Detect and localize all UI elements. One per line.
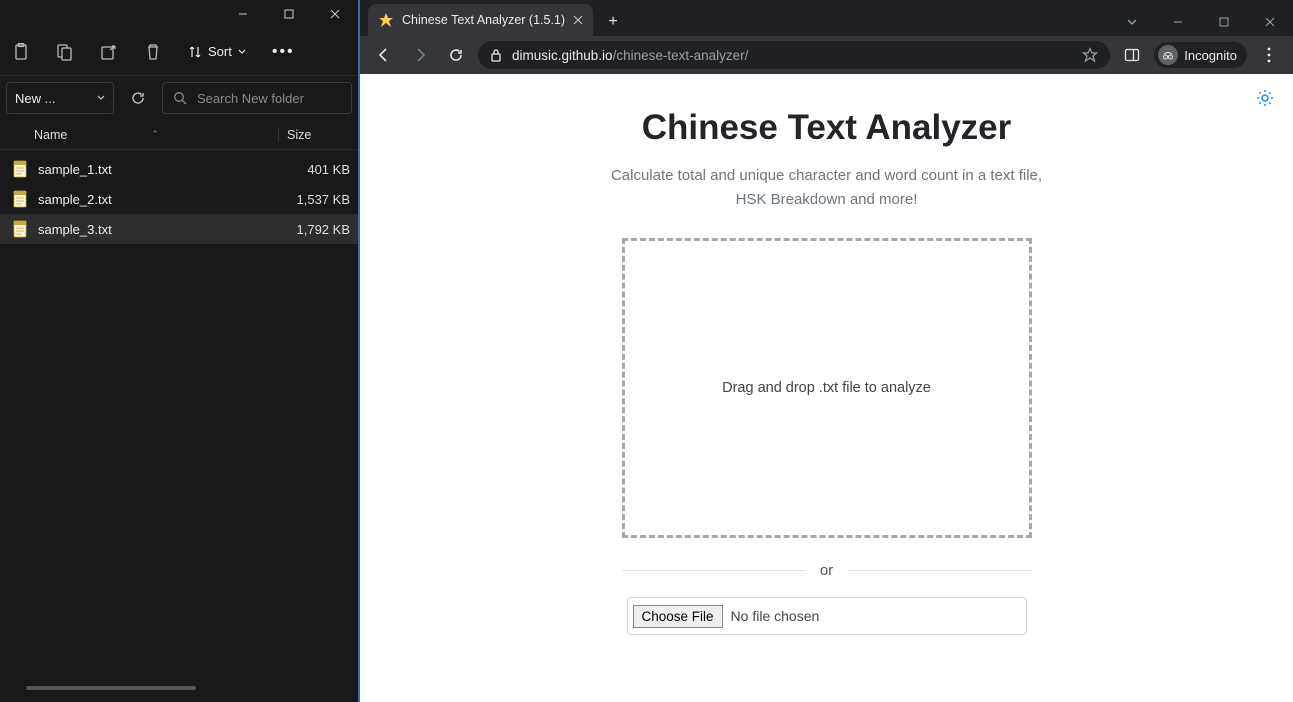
file-size: 401 KB [278, 162, 350, 177]
file-row[interactable]: sample_3.txt1,792 KB [0, 214, 358, 244]
page-title: Chinese Text Analyzer [497, 108, 1157, 148]
sort-label: Sort [208, 44, 232, 59]
browser-address-bar: dimusic.github.io/chinese-text-analyzer/… [360, 36, 1293, 74]
delete-icon[interactable] [144, 43, 162, 61]
horizontal-scrollbar[interactable] [26, 686, 196, 690]
maximize-button[interactable] [266, 0, 312, 28]
incognito-badge[interactable]: Incognito [1154, 42, 1247, 68]
sort-button[interactable]: Sort [188, 44, 246, 59]
text-file-icon [10, 189, 30, 209]
file-size: 1,537 KB [278, 192, 350, 207]
reload-button[interactable] [442, 41, 470, 69]
file-row[interactable]: sample_2.txt1,537 KB [0, 184, 358, 214]
new-tab-button[interactable]: + [599, 8, 627, 36]
incognito-icon [1158, 45, 1178, 65]
chevron-down-icon [97, 94, 105, 102]
choose-file-button[interactable]: Choose File [633, 605, 723, 628]
dropzone-text: Drag and drop .txt file to analyze [722, 380, 931, 396]
copy-icon[interactable] [56, 43, 74, 61]
url-bar[interactable]: dimusic.github.io/chinese-text-analyzer/ [478, 41, 1110, 69]
file-list: sample_1.txt401 KBsample_2.txt1,537 KBsa… [0, 150, 358, 244]
browser-window: Chinese Text Analyzer (1.5.1) + [358, 0, 1293, 702]
browser-tabbar: Chinese Text Analyzer (1.5.1) + [360, 0, 1293, 36]
browser-close-button[interactable] [1247, 8, 1293, 36]
share-icon[interactable] [100, 43, 118, 61]
page-content: Chinese Text Analyzer Calculate total an… [360, 74, 1293, 702]
back-button[interactable] [370, 41, 398, 69]
file-input[interactable]: Choose File No file chosen [627, 597, 1027, 635]
more-button[interactable]: ••• [272, 43, 295, 61]
forward-button[interactable] [406, 41, 434, 69]
dropzone[interactable]: Drag and drop .txt file to analyze [622, 238, 1032, 538]
paste-icon[interactable] [12, 43, 30, 61]
column-name[interactable]: Name [34, 128, 67, 142]
settings-button[interactable] [1255, 88, 1275, 108]
browser-maximize-button[interactable] [1201, 8, 1247, 36]
url-text: dimusic.github.io/chinese-text-analyzer/ [512, 48, 748, 63]
file-name: sample_2.txt [38, 192, 278, 207]
file-name: sample_3.txt [38, 222, 278, 237]
bookmark-star-icon[interactable] [1082, 47, 1098, 63]
chevron-down-icon [238, 48, 246, 56]
search-input[interactable]: Search New folder [162, 82, 352, 114]
file-list-header: Name ⌃ Size [0, 120, 358, 150]
favicon-icon [378, 12, 394, 28]
text-file-icon [10, 159, 30, 179]
explorer-path-row: New ... Search New folder [0, 76, 358, 120]
explorer-toolbar: Sort ••• [0, 28, 358, 76]
breadcrumb[interactable]: New ... [6, 82, 114, 114]
file-size: 1,792 KB [278, 222, 350, 237]
column-size[interactable]: Size [278, 128, 350, 142]
close-button[interactable] [312, 0, 358, 28]
file-input-status: No file chosen [731, 608, 820, 624]
minimize-button[interactable] [220, 0, 266, 28]
text-file-icon [10, 219, 30, 239]
side-panel-button[interactable] [1118, 41, 1146, 69]
file-row[interactable]: sample_1.txt401 KB [0, 154, 358, 184]
file-explorer-window: Sort ••• New ... Search New folder Name … [0, 0, 358, 702]
tab-title: Chinese Text Analyzer (1.5.1) [402, 13, 565, 27]
breadcrumb-label: New ... [15, 91, 55, 106]
lock-icon [490, 48, 502, 62]
tab-close-button[interactable] [573, 15, 583, 25]
browser-minimize-button[interactable] [1155, 8, 1201, 36]
browser-dropdown-button[interactable] [1109, 8, 1155, 36]
search-icon [173, 91, 187, 105]
page-subtitle: Calculate total and unique character and… [497, 164, 1157, 212]
browser-tab[interactable]: Chinese Text Analyzer (1.5.1) [368, 4, 593, 36]
incognito-label: Incognito [1184, 48, 1237, 63]
sort-indicator-icon: ⌃ [151, 129, 159, 140]
search-placeholder: Search New folder [197, 91, 304, 106]
explorer-titlebar [0, 0, 358, 28]
or-divider: or [622, 562, 1032, 579]
browser-menu-button[interactable] [1255, 41, 1283, 69]
file-name: sample_1.txt [38, 162, 278, 177]
refresh-button[interactable] [122, 82, 154, 114]
